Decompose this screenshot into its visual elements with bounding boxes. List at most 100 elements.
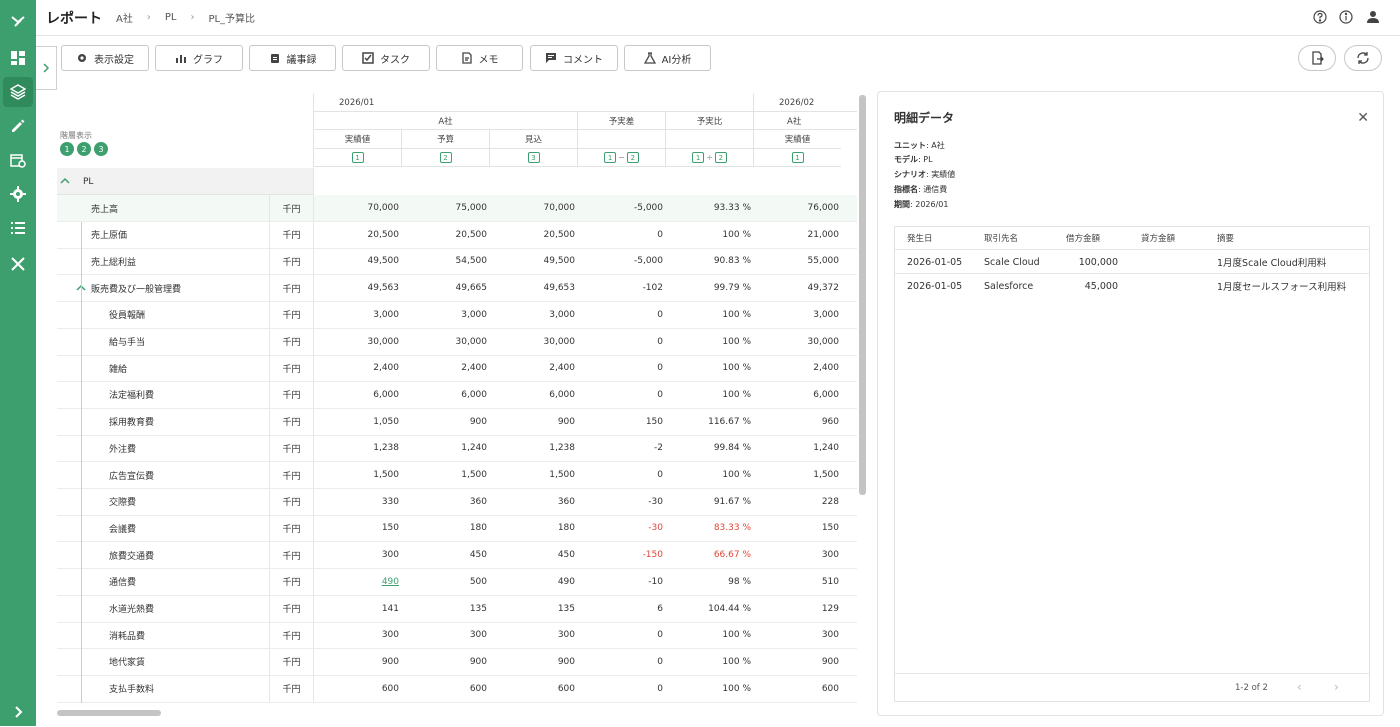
- cell-actual[interactable]: 30,000: [313, 329, 401, 355]
- table-row[interactable]: 消耗品費 千円 300 300 300 0 100 % 300: [57, 622, 857, 650]
- cell-actual[interactable]: 49,563: [313, 275, 401, 301]
- ai-analysis-button[interactable]: AI分析: [624, 45, 711, 71]
- calendar-clock-icon[interactable]: [0, 145, 36, 175]
- table-row[interactable]: 採用教育費 千円 1,050 900 900 150 116.67 % 960: [57, 408, 857, 436]
- cell-ratio: 116.67 %: [708, 416, 751, 427]
- chevron-up-icon[interactable]: [60, 177, 70, 185]
- cell-next: 6,000: [813, 389, 839, 400]
- cell-actual[interactable]: 900: [313, 649, 401, 675]
- row-label: 消耗品費: [109, 631, 146, 642]
- cell-budget: 75,000: [455, 203, 488, 213]
- row-label: 旅費交通費: [109, 551, 155, 562]
- row-label: 売上総利益: [91, 257, 137, 268]
- user-icon[interactable]: [1366, 10, 1380, 24]
- help-icon[interactable]: [1313, 10, 1327, 24]
- hierarchy-level-1[interactable]: 1: [60, 142, 74, 156]
- cell-forecast: 30,000: [543, 336, 576, 347]
- col-header-date[interactable]: 発生日: [907, 227, 933, 249]
- table-row[interactable]: 法定福利費 千円 6,000 6,000 6,000 0 100 % 6,000: [57, 381, 857, 409]
- hierarchy-level-3[interactable]: 3: [94, 142, 108, 156]
- prev-page-icon[interactable]: ‹: [1297, 680, 1302, 694]
- cell-actual[interactable]: 300: [313, 542, 401, 568]
- cell-actual[interactable]: 150: [313, 515, 401, 541]
- logo-icon[interactable]: [0, 6, 36, 36]
- refresh-button[interactable]: [1344, 45, 1382, 71]
- table-row[interactable]: 交際費 千円 330 360 360 -30 91.67 % 228: [57, 488, 857, 516]
- pencil-icon[interactable]: [0, 111, 36, 141]
- period-header-2026-02: 2026/02: [753, 94, 857, 112]
- cell-actual[interactable]: 490: [313, 569, 401, 595]
- cell-diff: -5,000: [633, 203, 663, 213]
- table-row[interactable]: 通信費 千円 490 500 490 -10 98 % 510: [57, 568, 857, 596]
- cell-actual[interactable]: 1,050: [313, 409, 401, 435]
- close-icon[interactable]: ✕: [1357, 110, 1369, 126]
- cell-forecast: 180: [557, 523, 575, 534]
- gear-icon[interactable]: [0, 179, 36, 209]
- table-row[interactable]: 売上高 千円 70,000 75,000 70,000 -5,000 93.33 % 76,0…: [57, 195, 857, 222]
- group-row-pl[interactable]: PL: [57, 168, 857, 195]
- table-row[interactable]: 給与手当 千円 30,000 30,000 30,000 0 100 % 30,000: [57, 328, 857, 356]
- col-header-debit[interactable]: 借方金額: [1066, 227, 1100, 249]
- scenario-badge-2: 2: [626, 152, 639, 163]
- meta-metric-key: 指標名: [894, 185, 918, 194]
- table-row[interactable]: 広告宣伝費 千円 1,500 1,500 1,500 0 100 % 1,500: [57, 462, 857, 489]
- cell-diff: 6: [657, 603, 663, 614]
- cell-actual[interactable]: 70,000: [313, 195, 401, 221]
- next-page-icon[interactable]: ›: [1334, 680, 1339, 694]
- hierarchy-guide-line: [81, 248, 82, 276]
- col-header-credit[interactable]: 貸方金額: [1141, 227, 1175, 249]
- display-settings-button[interactable]: 表示設定: [61, 45, 149, 71]
- table-row[interactable]: 売上原価 千円 20,500 20,500 20,500 0 100 % 21,000: [57, 221, 857, 249]
- expand-panel-button[interactable]: [36, 46, 57, 90]
- col-header-memo[interactable]: 摘要: [1217, 227, 1234, 249]
- table-row[interactable]: 地代家賃 千円 900 900 900 0 100 % 900: [57, 648, 857, 676]
- list-icon[interactable]: [0, 213, 36, 243]
- minutes-button[interactable]: 議事録: [249, 45, 336, 71]
- hierarchy-level-2[interactable]: 2: [77, 142, 91, 156]
- cell-next: 300: [821, 550, 839, 561]
- cell-actual[interactable]: 600: [313, 676, 401, 702]
- info-icon[interactable]: [1339, 10, 1353, 24]
- table-row[interactable]: 2026-01-05 Scale Cloud 100,000 1月度Scale …: [895, 249, 1369, 273]
- horizontal-scrollbar[interactable]: [57, 710, 161, 716]
- cell-actual[interactable]: 330: [313, 489, 401, 515]
- layers-icon[interactable]: [3, 77, 33, 107]
- table-row[interactable]: 外注費 千円 1,238 1,240 1,238 -2 99.84 % 1,240: [57, 435, 857, 463]
- col-header-vendor[interactable]: 取引先名: [984, 227, 1018, 249]
- cell-actual[interactable]: 6,000: [313, 382, 401, 408]
- memo-button[interactable]: メモ: [436, 45, 523, 71]
- table-row[interactable]: 支払手数料 千円 600 600 600 0 100 % 600: [57, 675, 857, 703]
- tools-icon[interactable]: [0, 249, 36, 279]
- breadcrumb-company[interactable]: A社: [116, 10, 133, 25]
- vertical-scrollbar[interactable]: [859, 95, 866, 495]
- cell-actual[interactable]: 1,500: [313, 462, 401, 488]
- dashboard-icon[interactable]: [0, 43, 36, 73]
- cell-vendor: Scale Cloud: [984, 256, 1040, 268]
- cell-actual[interactable]: 1,238: [313, 435, 401, 461]
- table-row[interactable]: 雑給 千円 2,400 2,400 2,400 0 100 % 2,400: [57, 355, 857, 383]
- hierarchy-guide-line: [81, 648, 82, 676]
- cell-actual[interactable]: 49,500: [313, 248, 401, 274]
- cell-actual[interactable]: 3,000: [313, 302, 401, 328]
- breadcrumb-model[interactable]: PL: [165, 12, 177, 23]
- hierarchy-guide-line: [81, 328, 82, 356]
- task-button[interactable]: タスク: [342, 45, 430, 71]
- graph-button[interactable]: グラフ: [155, 45, 243, 71]
- meta-model: モデル: PL: [894, 155, 933, 164]
- cell-actual[interactable]: 300: [313, 622, 401, 648]
- expand-rail-icon[interactable]: [0, 697, 36, 727]
- table-row[interactable]: 2026-01-05 Salesforce 45,000 1月度セールスフォース…: [895, 273, 1369, 297]
- table-row[interactable]: 役員報酬 千円 3,000 3,000 3,000 0 100 % 3,000: [57, 301, 857, 329]
- cell-actual[interactable]: 20,500: [313, 222, 401, 248]
- hierarchy-guide-line: [81, 542, 82, 570]
- cell-actual[interactable]: 2,400: [313, 355, 401, 381]
- table-row[interactable]: 販売費及び一般管理費 千円 49,563 49,665 49,653 -102 99.79 …: [57, 275, 857, 303]
- cell-actual[interactable]: 141: [313, 596, 401, 622]
- table-row[interactable]: 会議費 千円 150 180 180 -30 83.33 % 150: [57, 515, 857, 543]
- hierarchy-guide-line: [81, 462, 82, 489]
- table-row[interactable]: 水道光熱費 千円 141 135 135 6 104.44 % 129: [57, 595, 857, 623]
- table-row[interactable]: 旅費交通費 千円 300 450 450 -150 66.67 % 300: [57, 542, 857, 570]
- table-row[interactable]: 売上総利益 千円 49,500 54,500 49,500 -5,000 90.83 % 55…: [57, 248, 857, 276]
- export-button[interactable]: [1298, 45, 1336, 71]
- comment-button[interactable]: コメント: [530, 45, 618, 71]
